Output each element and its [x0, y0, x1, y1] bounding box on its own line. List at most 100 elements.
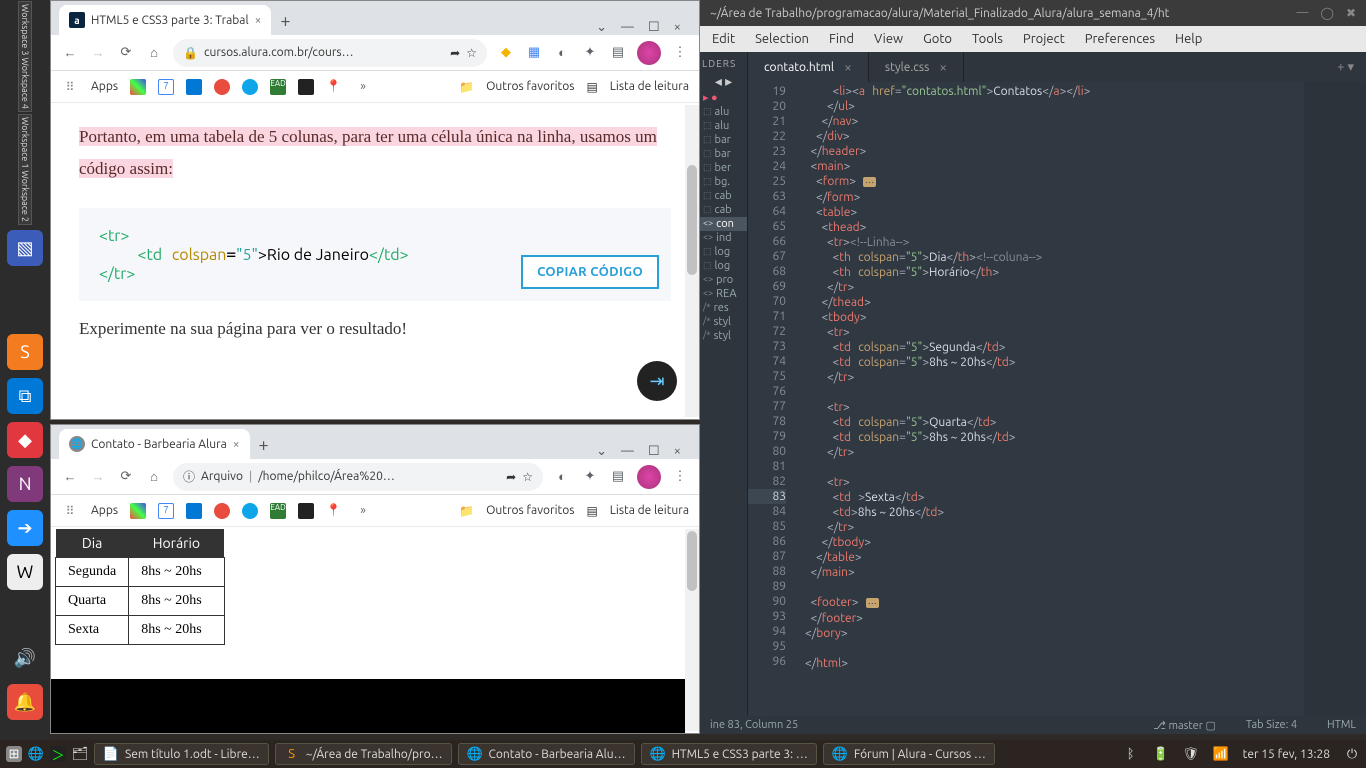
- terminal-icon[interactable]: ＞: [50, 746, 66, 762]
- share-icon[interactable]: ➦: [506, 470, 516, 484]
- back-icon[interactable]: ←: [61, 44, 79, 62]
- reload-icon[interactable]: ⟳: [117, 468, 135, 486]
- workspace-switcher[interactable]: Workspace 1 Workspace 2: [18, 114, 32, 225]
- clock[interactable]: ter 15 fev, 13:28: [1243, 748, 1330, 761]
- sublime-icon[interactable]: S: [7, 334, 43, 370]
- minimize-icon[interactable]: —: [621, 20, 634, 35]
- bookmark-icon[interactable]: [214, 79, 230, 95]
- browser-tab[interactable]: a HTML5 e CSS3 parte 3: Trabal ×: [59, 5, 271, 35]
- workspace-switcher[interactable]: Workspace 3 Workspace 4: [18, 1, 32, 112]
- bookmark-icon[interactable]: [186, 79, 202, 95]
- menu-edit[interactable]: Edit: [712, 32, 735, 46]
- status-tabsize[interactable]: Tab Size: 4: [1246, 719, 1297, 732]
- minimize-icon[interactable]: —: [1297, 6, 1309, 20]
- notification-icon[interactable]: 🔔: [7, 684, 43, 720]
- address-bar[interactable]: 🔒 cursos.alura.com.br/cours… ➦ ☆: [173, 39, 487, 67]
- close-tab-icon[interactable]: ×: [844, 59, 852, 75]
- sidebar-item[interactable]: <>ind: [700, 231, 747, 245]
- bookmark-icon[interactable]: EAD: [270, 503, 286, 519]
- bookmark-icon[interactable]: [130, 503, 146, 519]
- reload-icon[interactable]: ⟳: [117, 44, 135, 62]
- browser-tab[interactable]: 🌐 Contato - Barbearia Alura ×: [59, 429, 250, 459]
- wifi-icon[interactable]: 📶: [1213, 746, 1229, 762]
- apps-label[interactable]: Apps: [91, 80, 118, 93]
- sidebar-item[interactable]: <>pro: [700, 273, 747, 287]
- close-tab-icon[interactable]: ×: [255, 14, 262, 27]
- bookmark-icon[interactable]: [130, 79, 146, 95]
- back-icon[interactable]: ←: [61, 468, 79, 486]
- profile-avatar[interactable]: [637, 465, 661, 489]
- task-chrome-alura[interactable]: 🌐HTML5 e CSS3 parte 3: …: [641, 743, 817, 765]
- session-icon[interactable]: ⏻: [1344, 746, 1360, 762]
- apps-icon[interactable]: ⠿: [61, 502, 79, 520]
- sidebar-item[interactable]: ⬚cab: [700, 189, 747, 203]
- chevron-down-icon[interactable]: ⌄: [596, 444, 607, 459]
- bookmark-icon[interactable]: EAD: [270, 79, 286, 95]
- close-icon[interactable]: ×: [674, 20, 681, 35]
- maximize-icon[interactable]: ☐: [648, 20, 660, 35]
- task-chrome-contato[interactable]: 🌐Contato - Barbearia Alu…: [458, 743, 635, 765]
- share-icon[interactable]: ➦: [450, 46, 460, 60]
- code-editor[interactable]: <li><a href="contatos.html">Contatos</a>…: [794, 82, 1304, 716]
- sidebar-item[interactable]: /*styl: [700, 315, 747, 329]
- other-bookmarks[interactable]: Outros favoritos: [486, 504, 574, 517]
- bookmark-icon[interactable]: [242, 503, 258, 519]
- home-icon[interactable]: ⌂: [145, 44, 163, 62]
- chrome-icon[interactable]: 🌐: [28, 746, 44, 762]
- sidebar-item[interactable]: /*styl: [700, 329, 747, 343]
- sidebar-item[interactable]: ⬚alu: [700, 119, 747, 133]
- menu-icon[interactable]: ⋮: [671, 468, 689, 486]
- minimap[interactable]: [1304, 82, 1366, 716]
- scrollbar[interactable]: [685, 105, 699, 417]
- overflow-icon[interactable]: »: [354, 502, 372, 520]
- menu-project[interactable]: Project: [1023, 32, 1065, 46]
- wikipedia-icon[interactable]: W: [7, 554, 43, 590]
- bookmark-icon[interactable]: [298, 79, 314, 95]
- menu-icon[interactable]: ⋮: [671, 44, 689, 62]
- bookmark-icon[interactable]: [242, 79, 258, 95]
- sidebar-nav-icon[interactable]: ◂ ▸: [700, 73, 747, 90]
- menu-selection[interactable]: Selection: [755, 32, 809, 46]
- ext-icon[interactable]: ◆: [497, 44, 515, 62]
- chevron-down-icon[interactable]: ⌄: [596, 20, 607, 35]
- task-sublime[interactable]: S~/Área de Trabalho/pro…: [275, 743, 452, 765]
- bookmark-icon[interactable]: [186, 503, 202, 519]
- extensions-icon[interactable]: ✦: [581, 468, 599, 486]
- sidebar-item[interactable]: /*res: [700, 301, 747, 315]
- bookmark-icon[interactable]: [214, 503, 230, 519]
- sidebar-item[interactable]: ⬚log: [700, 259, 747, 273]
- ext-icon[interactable]: ◐: [553, 468, 571, 486]
- home-icon[interactable]: ⌂: [145, 468, 163, 486]
- sidebar-item[interactable]: ⬚cab: [700, 203, 747, 217]
- tab-contato[interactable]: contato.html×: [748, 52, 869, 82]
- ext-icon[interactable]: ▦: [525, 44, 543, 62]
- ext-icon[interactable]: ◐: [553, 44, 571, 62]
- task-libreoffice[interactable]: 📄Sem título 1.odt - Libre…: [94, 743, 269, 765]
- git-icon[interactable]: ◆: [7, 422, 43, 458]
- sidebar-item[interactable]: ▸ ●: [700, 90, 747, 105]
- extensions-icon[interactable]: ✦: [581, 44, 599, 62]
- menu-find[interactable]: Find: [829, 32, 854, 46]
- shield-icon[interactable]: 🛡: [1183, 746, 1199, 762]
- status-lang[interactable]: HTML: [1327, 719, 1356, 732]
- minimize-icon[interactable]: —: [621, 444, 634, 459]
- bluetooth-icon[interactable]: ᛒ: [1123, 746, 1139, 762]
- bookmark-icon[interactable]: 7: [158, 503, 174, 519]
- sidebar-item[interactable]: ⬚bg.: [700, 175, 747, 189]
- show-apps-icon[interactable]: ⊞: [6, 746, 22, 762]
- reading-icon[interactable]: ▤: [609, 44, 627, 62]
- reading-list[interactable]: Lista de leitura: [610, 504, 689, 517]
- star-icon[interactable]: ☆: [522, 470, 533, 484]
- maximize-icon[interactable]: ◯: [1321, 6, 1334, 20]
- copy-code-button[interactable]: COPIAR CÓDIGO: [521, 255, 659, 289]
- maximize-icon[interactable]: ☐: [648, 444, 660, 459]
- address-bar[interactable]: ⓘ Arquivo | /home/philco/Área%20… ➦ ☆: [173, 463, 543, 491]
- next-lesson-button[interactable]: ⇥: [637, 361, 677, 401]
- menu-preferences[interactable]: Preferences: [1085, 32, 1155, 46]
- star-icon[interactable]: ☆: [466, 46, 477, 60]
- menu-goto[interactable]: Goto: [923, 32, 952, 46]
- onenote-icon[interactable]: N: [7, 466, 43, 502]
- arrow-icon[interactable]: ➔: [7, 510, 43, 546]
- sidebar-item[interactable]: ⬚bar: [700, 133, 747, 147]
- sidebar-item[interactable]: <>con: [700, 217, 747, 231]
